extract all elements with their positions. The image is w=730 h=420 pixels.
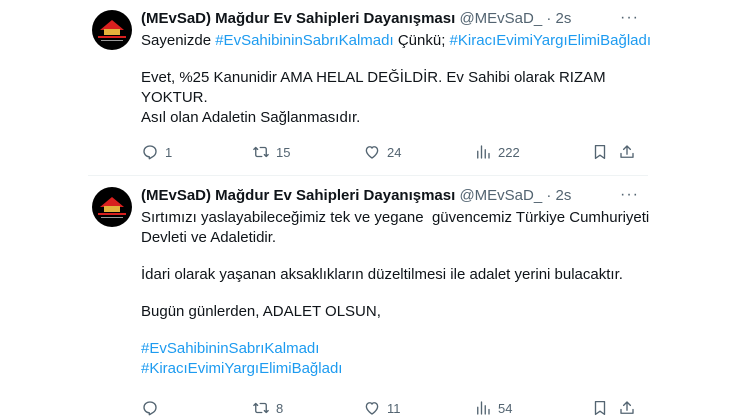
logo-text-bar <box>98 36 126 38</box>
separator-dot: · <box>546 10 552 27</box>
share-button[interactable] <box>618 398 636 418</box>
views-count: 54 <box>498 400 513 416</box>
bookmark-button[interactable] <box>591 142 609 162</box>
text-line: YOKTUR. <box>141 89 208 106</box>
views-count: 222 <box>498 144 520 160</box>
text-line: Evet, %25 Kanunidir AMA HELAL DEĞİLDİR. … <box>141 69 606 86</box>
reply-icon <box>143 401 157 416</box>
views-button[interactable]: 222 <box>474 142 520 162</box>
like-icon <box>365 146 379 159</box>
author-name[interactable]: (MEvSaD) Mağdur Ev Sahipleri Dayanışması <box>141 187 455 204</box>
timeline: (MEvSaD) Mağdur Ev Sahipleri Dayanışması… <box>88 0 651 420</box>
like-icon <box>365 402 379 415</box>
logo-subtext-bar <box>101 217 123 218</box>
bookmark-icon <box>594 400 606 416</box>
timestamp[interactable]: 2s <box>556 187 572 204</box>
bookmark-button[interactable] <box>591 398 609 418</box>
text-line: İdari olarak yaşanan aksaklıkların düzel… <box>141 266 623 283</box>
logo-house <box>104 29 120 35</box>
hashtag-link[interactable]: #KiracıEvimiYargıElimiBağladı <box>141 359 641 379</box>
logo-subtext-bar <box>101 40 123 41</box>
reply-count: 1 <box>165 144 173 160</box>
logo-text-bar <box>98 213 126 215</box>
share-icon <box>620 145 634 158</box>
bookmark-icon <box>594 144 606 160</box>
reply-button[interactable]: 1 <box>141 142 172 162</box>
text-segment: Çünkü; <box>393 32 450 49</box>
author-handle[interactable]: @MEvSaD_ <box>459 10 542 27</box>
views-button[interactable]: 54 <box>474 398 512 418</box>
more-icon[interactable]: ··· <box>620 187 639 203</box>
tweet-actions: 8 11 54 <box>141 398 641 418</box>
tweet-text: Sırtımızı yaslayabileceğimiz tek ve yega… <box>141 208 650 379</box>
text-line: Devleti ve Adaletidir. <box>141 229 277 246</box>
like-button[interactable]: 24 <box>363 142 401 162</box>
tweet-text: Sayenizde #EvSahibininSabrıKalmadı Çünkü… <box>141 31 651 128</box>
views-icon <box>477 145 490 159</box>
reply-button[interactable] <box>141 398 165 418</box>
retweet-count: 8 <box>276 400 284 416</box>
avatar[interactable] <box>92 187 132 227</box>
retweet-icon <box>253 146 269 158</box>
like-count: 24 <box>387 144 402 160</box>
author-name[interactable]: (MEvSaD) Mağdur Ev Sahipleri Dayanışması <box>141 10 455 27</box>
tweet[interactable]: (MEvSaD) Mağdur Ev Sahipleri Dayanışması… <box>88 177 650 420</box>
text-line: Sayenizde #EvSahibininSabrıKalmadı Çünkü… <box>141 31 651 51</box>
share-icon <box>620 401 634 414</box>
like-button[interactable]: 11 <box>363 398 401 418</box>
tweet[interactable]: (MEvSaD) Mağdur Ev Sahipleri Dayanışması… <box>88 0 651 176</box>
text-line: Sırtımızı yaslayabileceğimiz tek ve yega… <box>141 209 650 226</box>
hashtag-link[interactable]: #KiracıEvimiYargıElimiBağladı <box>450 32 651 49</box>
retweet-button[interactable]: 15 <box>252 142 290 162</box>
tweet-actions: 1 15 24 222 <box>141 142 641 162</box>
retweet-count: 15 <box>276 144 291 160</box>
hashtag-link[interactable]: #EvSahibininSabrıKalmadı <box>215 32 393 49</box>
timestamp[interactable]: 2s <box>556 10 572 27</box>
retweet-button[interactable]: 8 <box>252 398 283 418</box>
text-line: Asıl olan Adaletin Sağlanmasıdır. <box>141 109 361 126</box>
avatar[interactable] <box>92 10 132 50</box>
author-handle[interactable]: @MEvSaD_ <box>459 187 542 204</box>
more-icon[interactable]: ··· <box>620 10 639 26</box>
retweet-icon <box>253 402 269 414</box>
tweet-header: (MEvSaD) Mağdur Ev Sahipleri Dayanışması… <box>141 9 571 29</box>
logo-house <box>104 206 120 212</box>
separator-dot: · <box>546 187 552 204</box>
text-segment: Sayenizde <box>141 32 216 49</box>
text-line: Bugün günlerden, ADALET OLSUN, <box>141 303 381 320</box>
views-icon <box>477 401 490 415</box>
tweet-header: (MEvSaD) Mağdur Ev Sahipleri Dayanışması… <box>141 186 571 206</box>
reply-icon <box>143 145 157 160</box>
like-count: 11 <box>387 400 401 416</box>
hashtag-link[interactable]: #EvSahibininSabrıKalmadı <box>141 339 641 359</box>
share-button[interactable] <box>618 142 636 162</box>
